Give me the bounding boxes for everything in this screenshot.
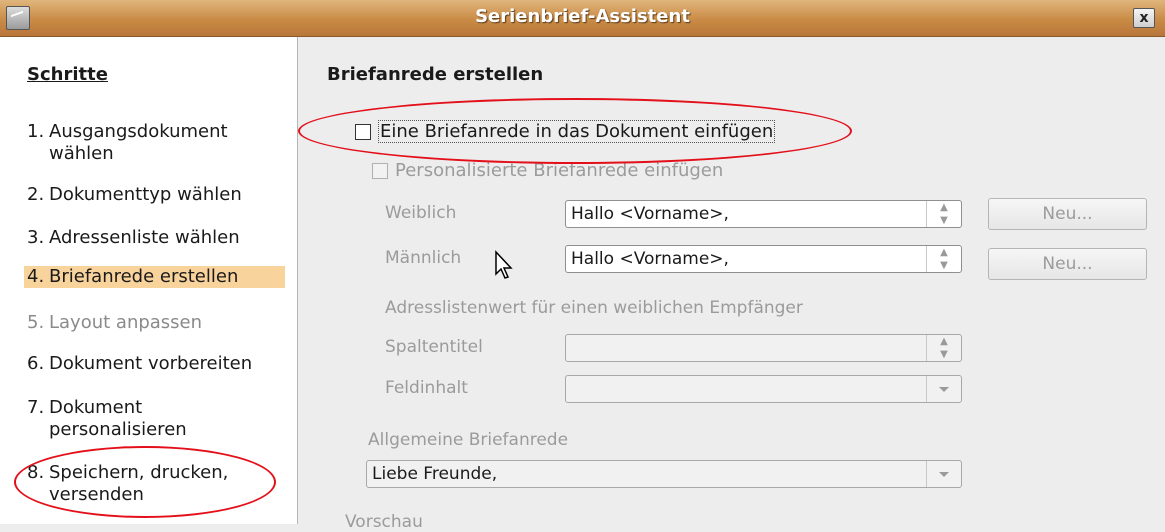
step-label: Layout anpassen [49,312,203,333]
step-label: Briefanrede erstellen [49,266,239,287]
general-salutation-label: Allgemeine Briefanrede [368,430,569,450]
male-label: Männlich [385,248,462,268]
column-title-label: Spaltentitel [385,337,483,357]
close-button[interactable]: x [1133,8,1155,28]
spin-arrows-icon[interactable]: ▲ ▼ [926,201,961,227]
step-1[interactable]: 1. Ausgangsdokument wählen [27,121,282,165]
step-label: Ausgangsdokument wählen [49,121,228,164]
combo-value: Hallo <Vorname>, [571,204,729,224]
preview-label: Vorschau [345,512,423,532]
highlight-ellipse-checkbox [298,98,852,164]
combo-value: Liebe Freunde, [372,464,498,484]
chevron-down-icon[interactable] [926,461,961,487]
step-number: 2. [27,184,45,205]
general-salutation-dropdown[interactable]: Liebe Freunde, [366,460,962,488]
step-label: Dokument personalisieren [49,397,187,440]
step-label: Dokumenttyp wählen [49,184,242,205]
step-6[interactable]: 6. Dokument vorbereiten [27,353,282,375]
step-5: 5. Layout anpassen [27,312,282,334]
step-number: 7. [27,397,45,418]
page-title: Briefanrede erstellen [327,64,544,85]
female-new-button[interactable]: Neu... [988,198,1147,230]
checkbox-box [372,162,388,179]
steps-heading: Schritte [27,64,108,85]
field-content-dropdown [565,375,962,403]
female-label: Weiblich [385,203,457,223]
step-number: 4. [27,266,45,287]
window-title: Serienbrief-Assistent [475,6,690,27]
step-label: Dokument vorbereiten [49,353,253,374]
window-titlebar[interactable]: Serienbrief-Assistent x [0,0,1165,37]
female-salutation-combo[interactable]: Hallo <Vorname>, ▲ ▼ [565,200,962,228]
step-3[interactable]: 3. Adressenliste wählen [27,227,282,249]
male-salutation-combo[interactable]: Hallo <Vorname>, ▲ ▼ [565,245,962,273]
step-number: 1. [27,121,45,142]
address-list-heading: Adresslistenwert für einen weiblichen Em… [385,298,803,318]
step-label: Adressenliste wählen [49,227,240,248]
male-new-button[interactable]: Neu... [988,248,1147,280]
column-title-combo: ▲ ▼ [565,334,962,362]
mouse-cursor-icon [495,250,513,279]
step-number: 5. [27,312,45,333]
step-number: 3. [27,227,45,248]
combo-value: Hallo <Vorname>, [571,249,729,269]
spin-arrows-icon: ▲ ▼ [926,335,961,361]
step-number: 6. [27,353,45,374]
step-2[interactable]: 2. Dokumenttyp wählen [27,184,282,206]
step-7[interactable]: 7. Dokument personalisieren [27,397,282,441]
step-4[interactable]: 4. Briefanrede erstellen [24,266,285,288]
highlight-ellipse-step-8 [14,446,276,518]
field-content-label: Feldinhalt [385,378,468,398]
spin-arrows-icon[interactable]: ▲ ▼ [926,246,961,272]
chevron-down-icon [926,376,961,402]
